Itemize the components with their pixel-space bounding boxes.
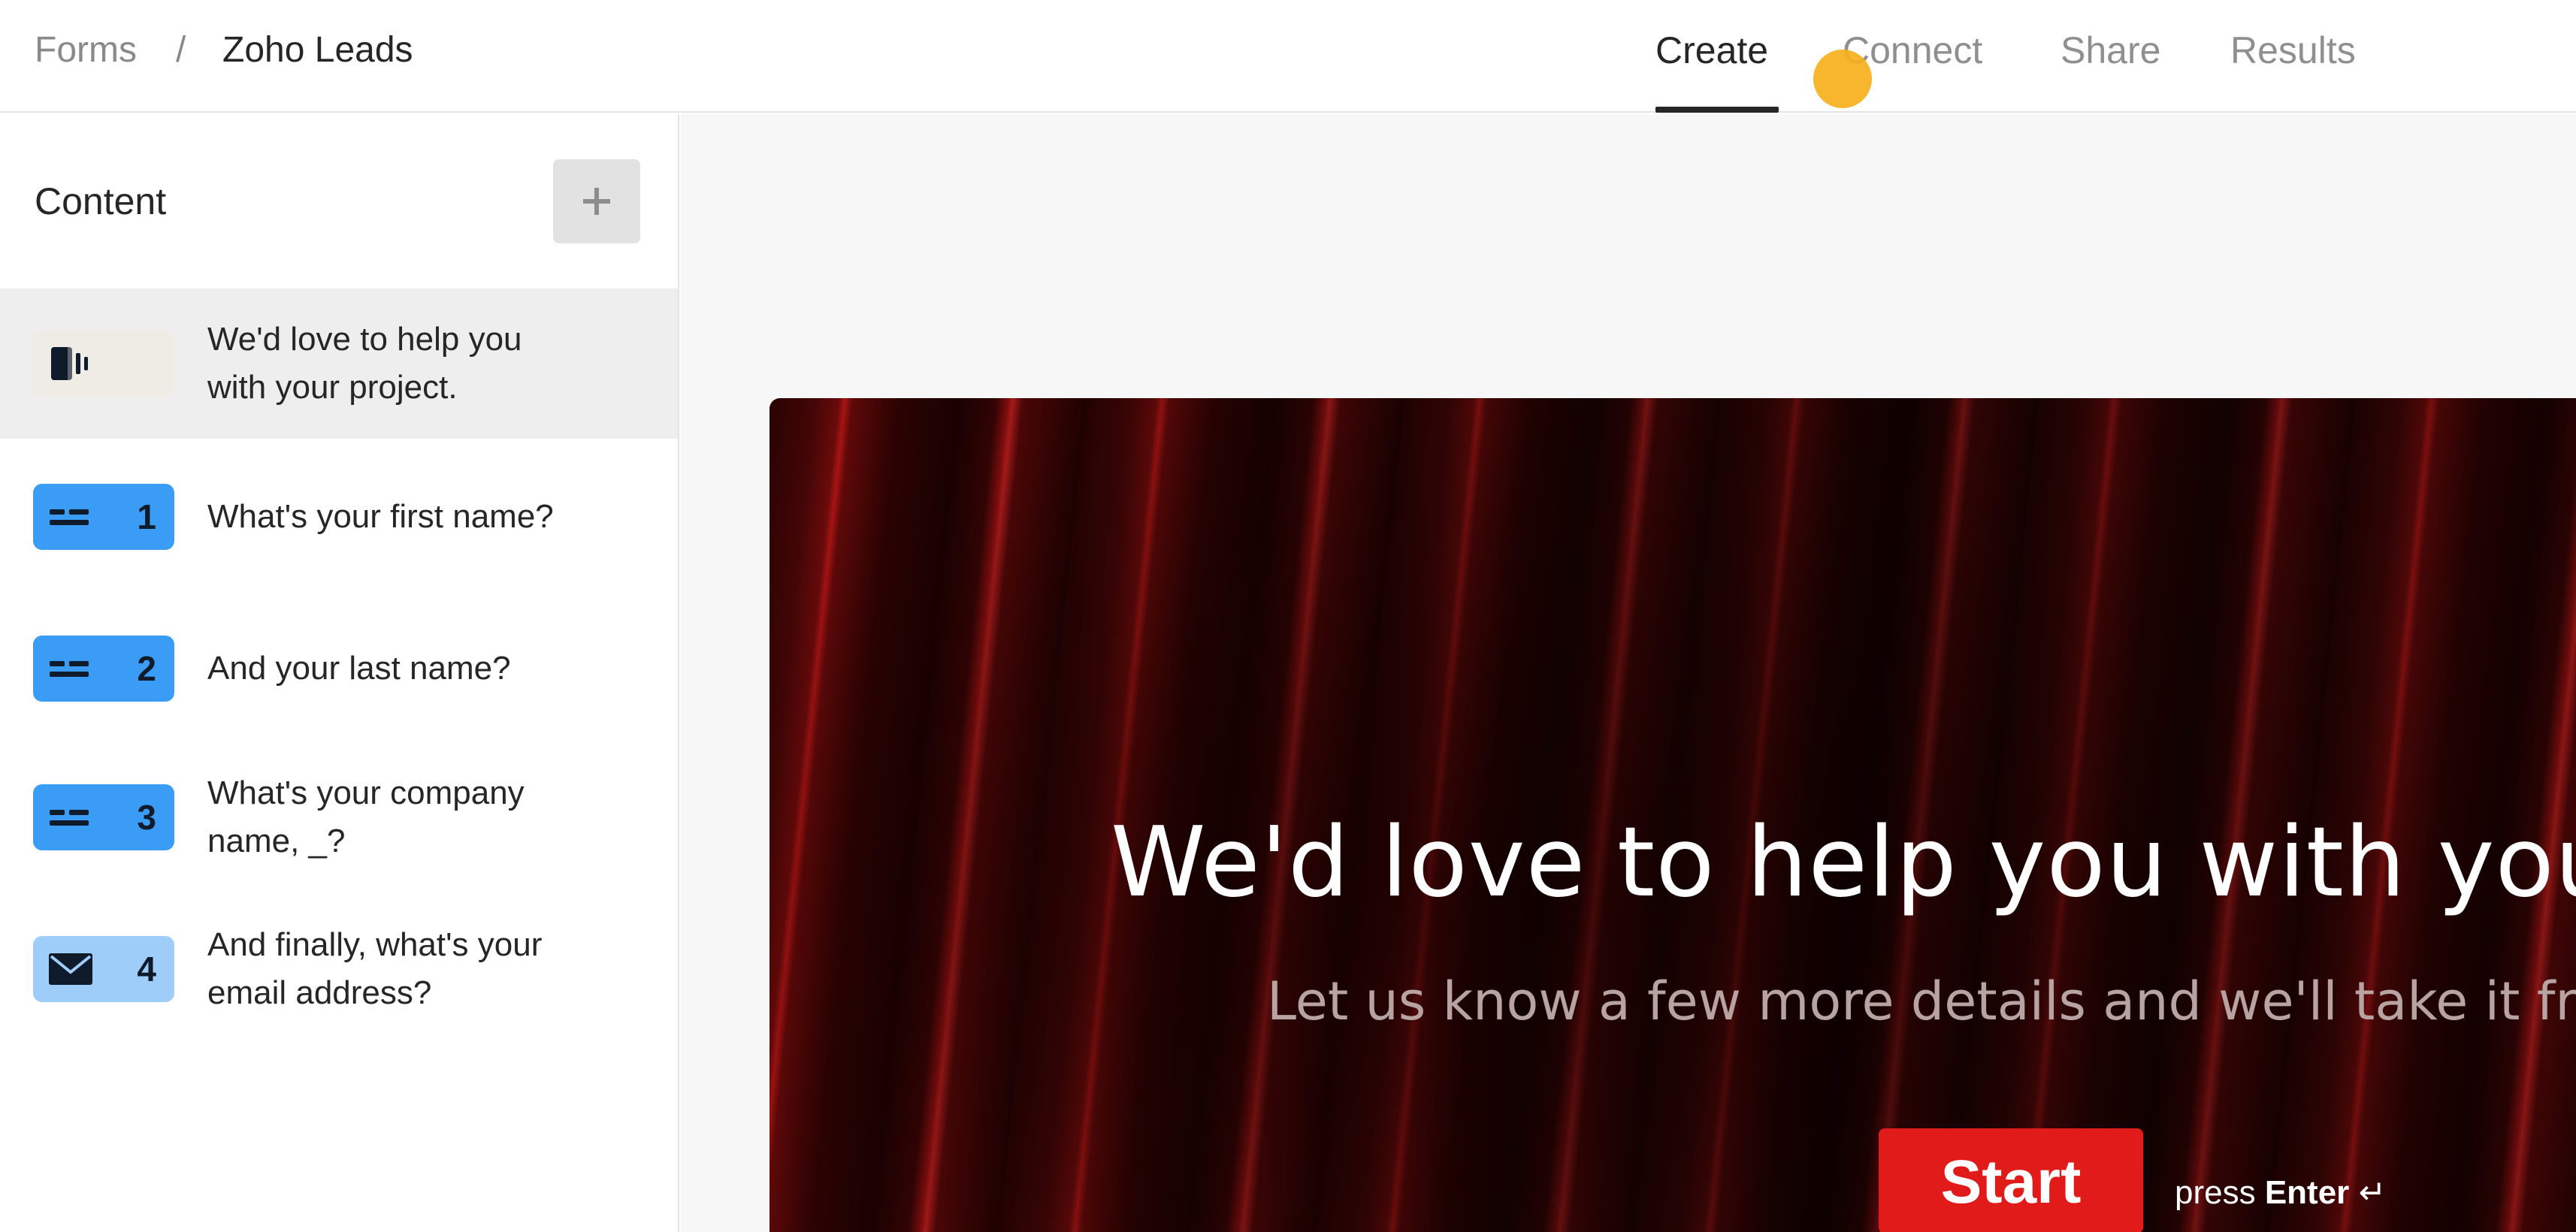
tab-results[interactable]: Results [2230,29,2356,72]
item-label-line1: What's your company [207,775,525,811]
welcome-screen-icon [51,347,88,380]
item-badge: 4 [33,936,174,1002]
short-text-icon [50,503,92,530]
form-preview-canvas: We'd love to help you with your p Let us… [681,114,2576,1232]
content-item-question-1[interactable]: 1 What's your first name? [0,439,678,589]
welcome-title: We'd love to help you with your p [1111,807,2576,919]
envelope-icon [49,953,92,985]
tab-create[interactable]: Create [1655,29,1768,72]
content-sidebar: Content We'd love to help you with your … [0,114,679,1232]
add-question-button[interactable] [553,159,640,243]
item-label-line1: And finally, what's your [207,926,543,963]
active-tab-indicator [1655,107,1779,113]
item-label: And your last name? [207,650,511,687]
question-number: 1 [137,497,156,536]
sidebar-title: Content [35,180,167,222]
short-text-icon [50,655,92,682]
welcome-subtitle: Let us know a few more details and we'll… [1267,971,2576,1032]
question-number: 2 [137,649,156,688]
item-label: What's your first name? [207,498,554,535]
content-item-question-4[interactable]: 4 And finally, what's your email address… [0,894,678,1044]
item-label-line2: email address? [207,974,432,1011]
item-badge: 3 [33,784,174,850]
top-bar: Forms / Zoho Leads Create Connect Share … [0,0,2576,113]
press-enter-hint: press Enter ↵ [2175,1172,2386,1214]
item-badge: 1 [33,484,174,550]
question-number: 3 [137,798,156,837]
breadcrumb-forms-link[interactable]: Forms [35,29,137,72]
hint-prefix: press [2175,1174,2256,1211]
content-item-question-2[interactable]: 2 And your last name? [0,589,678,739]
item-label-line2: with your project. [207,369,458,406]
short-text-icon [50,804,92,831]
breadcrumb-current-form[interactable]: Zoho Leads [222,29,413,72]
item-badge [33,331,174,397]
welcome-screen-preview[interactable]: We'd love to help you with your p Let us… [769,398,2576,1232]
start-button[interactable]: Start [1879,1128,2143,1232]
breadcrumb-separator: / [176,30,186,70]
tab-share[interactable]: Share [2060,29,2160,72]
content-item-question-3[interactable]: 3 What's your company name, _? [0,739,678,889]
hint-key: Enter [2264,1174,2350,1211]
enter-key-icon: ↵ [2358,1174,2387,1211]
content-item-welcome-screen[interactable]: We'd love to help you with your project. [0,288,678,439]
cursor-highlight-marker [1813,50,1872,108]
item-badge: 2 [33,636,174,702]
start-button-label: Start [1940,1148,2082,1216]
question-number: 4 [137,950,156,989]
item-label-line2: name, _? [207,823,346,859]
item-label-line1: We'd love to help you [207,321,522,358]
